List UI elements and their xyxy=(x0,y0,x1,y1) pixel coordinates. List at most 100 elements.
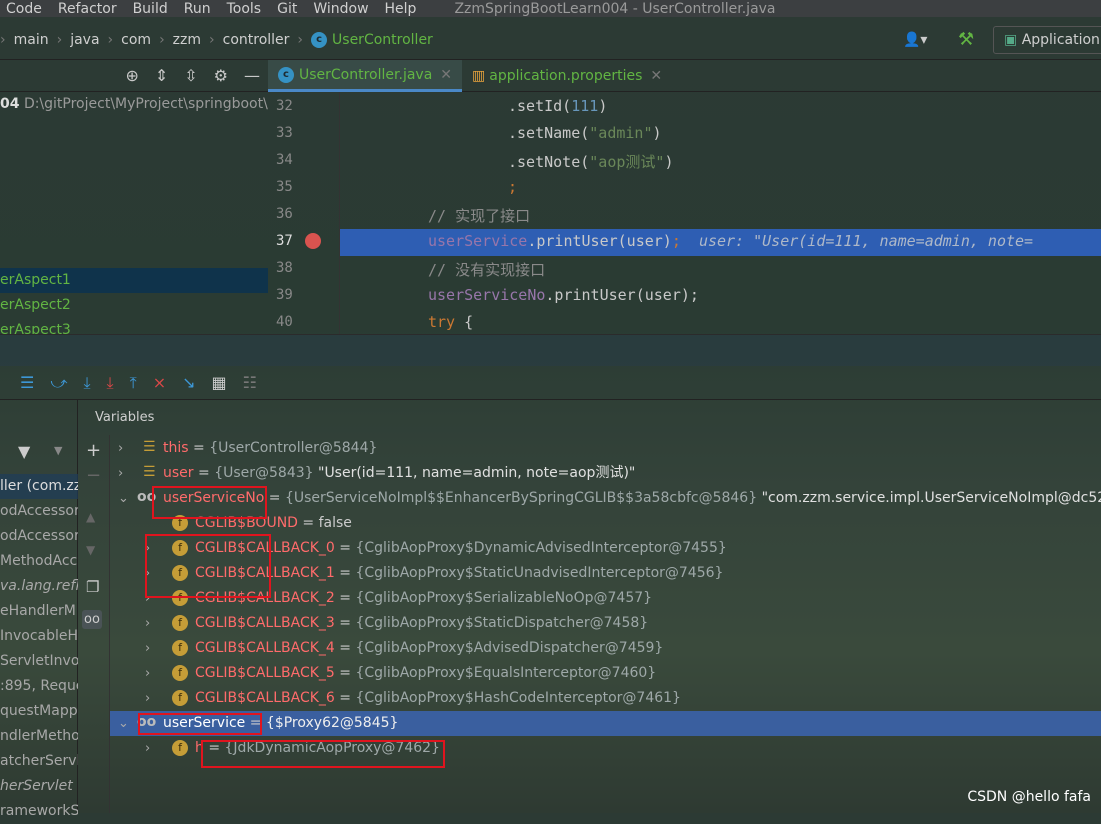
filter-icon[interactable]: ▼ xyxy=(18,442,30,461)
crumb-usercontroller[interactable]: UserController xyxy=(332,32,433,48)
evaluate-expression-icon[interactable]: ▦ xyxy=(212,373,227,392)
locate-icon[interactable]: ⊕ xyxy=(125,66,138,85)
stack-frame[interactable]: rameworkSe xyxy=(0,799,78,824)
annotation-box xyxy=(201,740,445,768)
chevron-right-icon[interactable]: › xyxy=(145,736,150,761)
code-line-32[interactable]: .setId(111) xyxy=(508,97,607,115)
menu-window[interactable]: Window xyxy=(313,1,368,17)
stack-frame[interactable]: odAccessorI xyxy=(0,524,78,549)
force-step-into-icon[interactable]: ⤓ xyxy=(107,373,114,393)
tab-label: UserController.java xyxy=(299,66,433,83)
code-line-39[interactable]: userServiceNo.printUser(user); xyxy=(428,286,699,304)
watches-glasses-icon[interactable]: oo xyxy=(82,610,102,629)
chevron-right-icon[interactable]: › xyxy=(145,636,150,661)
chevron-down-icon[interactable]: ▼ xyxy=(54,444,62,457)
copy-icon[interactable]: ❐ xyxy=(86,578,99,596)
project-root[interactable]: 04 D:\gitProject\MyProject\springboot\ xyxy=(0,96,268,112)
variable-row[interactable]: › ☰ user = {User@5843} "User(id=111, name=… xyxy=(110,461,1101,486)
stack-frame[interactable]: ller (com.zzm xyxy=(0,474,78,499)
chevron-down-icon[interactable]: ⌄ xyxy=(118,486,129,511)
build-hammer-icon[interactable]: ⚒ xyxy=(958,29,974,50)
stack-frame[interactable]: ndlerMethod xyxy=(0,724,78,749)
move-down-icon[interactable]: ▼ xyxy=(86,543,95,557)
menu-tools[interactable]: Tools xyxy=(227,1,262,17)
variable-value: {UserController@5844} xyxy=(209,440,378,456)
project-toolbar: ⊕ ⇕ ⇳ ⚙ — xyxy=(0,60,268,92)
crumb-main[interactable]: main xyxy=(14,32,49,48)
expand-all-icon[interactable]: ⇕ xyxy=(155,66,168,85)
code-line-36[interactable]: // 实现了接口 xyxy=(428,205,530,226)
remove-watch-icon[interactable]: − xyxy=(86,465,101,486)
drop-frame-icon[interactable]: ⨯ xyxy=(153,373,166,392)
line-number: 34 xyxy=(276,152,293,168)
menu-code[interactable]: Code xyxy=(6,1,42,17)
gear-icon[interactable]: ⚙ xyxy=(214,66,228,85)
crumb-controller[interactable]: controller xyxy=(223,32,290,48)
project-item[interactable]: erAspect1 xyxy=(0,268,268,293)
show-execution-point-icon[interactable]: ⤻ xyxy=(50,373,67,393)
stack-frame[interactable]: herServlet (c xyxy=(0,774,78,799)
variable-value: {User@5843} xyxy=(214,465,314,481)
variable-row[interactable]: › f CGLIB$CALLBACK_4 = {CglibAopProxy$Advi… xyxy=(110,636,1101,661)
class-icon: c xyxy=(311,31,328,48)
chevron-right-icon[interactable]: › xyxy=(145,661,150,686)
trace-icon[interactable]: ☷ xyxy=(243,373,257,392)
code-line-38[interactable]: // 没有实现接口 xyxy=(428,259,545,280)
stack-frame[interactable]: :895, Reques xyxy=(0,674,78,699)
crumb-com[interactable]: com xyxy=(121,32,151,48)
move-up-icon[interactable]: ▲ xyxy=(86,510,95,524)
minimize-icon[interactable]: — xyxy=(244,66,260,85)
code-line-35[interactable]: ; xyxy=(508,178,517,196)
editor-gutter[interactable]: 32 33 34 35 36 37 38 39 40 xyxy=(268,92,340,334)
code-line-33[interactable]: .setName("admin") xyxy=(508,124,662,142)
chevron-right-icon[interactable]: › xyxy=(145,611,150,636)
stack-frame[interactable]: InvocableH xyxy=(0,624,78,649)
code-line-34[interactable]: .setNote("aop测试") xyxy=(508,151,673,172)
menu-refactor[interactable]: Refactor xyxy=(58,1,117,17)
panel-splitter[interactable] xyxy=(0,334,1101,366)
variable-value: {UserServiceNoImpl$$EnhancerBySpringCGLI… xyxy=(284,490,758,506)
chevron-right-icon[interactable]: › xyxy=(118,461,123,486)
menu-help[interactable]: Help xyxy=(385,1,417,17)
breakpoint-icon[interactable] xyxy=(305,233,321,249)
stack-frame[interactable]: va.lang.refl xyxy=(0,574,78,599)
stack-frame[interactable]: atcherServle xyxy=(0,749,78,774)
line-number: 40 xyxy=(276,314,293,330)
stack-frame[interactable]: MethodAcce xyxy=(0,549,78,574)
close-icon[interactable]: ✕ xyxy=(650,68,662,84)
run-config-select[interactable]: ▣ Application xyxy=(993,26,1101,54)
stack-frame[interactable]: eHandlerM xyxy=(0,599,78,624)
user-icon[interactable]: 👤▾ xyxy=(903,32,927,48)
tab-usercontroller[interactable]: c UserController.java ✕ xyxy=(268,60,463,92)
project-item[interactable]: erAspect2 xyxy=(0,293,268,318)
variable-value: {CglibAopProxy$StaticDispatcher@7458} xyxy=(355,615,649,631)
run-to-cursor-icon[interactable]: ↘ xyxy=(182,373,195,392)
chevron-down-icon[interactable]: ⌄ xyxy=(118,711,129,736)
stack-frame[interactable]: odAccessor xyxy=(0,499,78,524)
chevron-right-icon[interactable]: › xyxy=(118,436,123,461)
menu-build[interactable]: Build xyxy=(133,1,168,17)
collapse-all-icon[interactable]: ⇳ xyxy=(184,66,197,85)
tab-application-properties[interactable]: ▥ application.properties ✕ xyxy=(462,60,672,92)
variable-row[interactable]: › ☰ this = {UserController@5844} xyxy=(110,436,1101,461)
variable-row[interactable]: › f CGLIB$CALLBACK_6 = {CglibAopProxy$Hash… xyxy=(110,686,1101,711)
frames-list-icon[interactable]: ☰ xyxy=(20,373,34,392)
stack-frame[interactable]: ServletInvo xyxy=(0,649,78,674)
code-line-37[interactable]: userService.printUser(user); user: "User… xyxy=(428,232,1033,250)
add-watch-icon[interactable]: + xyxy=(86,440,101,461)
project-item[interactable]: erAspect3 xyxy=(0,318,268,334)
code-line-40[interactable]: try { xyxy=(428,313,473,331)
step-over-icon[interactable]: ⤓ xyxy=(83,373,90,393)
menu-git[interactable]: Git xyxy=(277,1,297,17)
step-out-icon[interactable]: ⤒ xyxy=(130,373,137,393)
variable-row[interactable]: › f CGLIB$CALLBACK_5 = {CglibAopProxy$Equa… xyxy=(110,661,1101,686)
variable-row[interactable]: › f CGLIB$CALLBACK_3 = {CglibAopProxy$Stat… xyxy=(110,611,1101,636)
crumb-zzm[interactable]: zzm xyxy=(173,32,201,48)
line-number: 39 xyxy=(276,287,293,303)
crumb-java[interactable]: java xyxy=(70,32,99,48)
close-icon[interactable]: ✕ xyxy=(440,67,452,83)
chevron-right-icon[interactable]: › xyxy=(145,686,150,711)
line-number: 38 xyxy=(276,260,293,276)
stack-frame[interactable]: questMappi xyxy=(0,699,78,724)
menu-run[interactable]: Run xyxy=(184,1,211,17)
